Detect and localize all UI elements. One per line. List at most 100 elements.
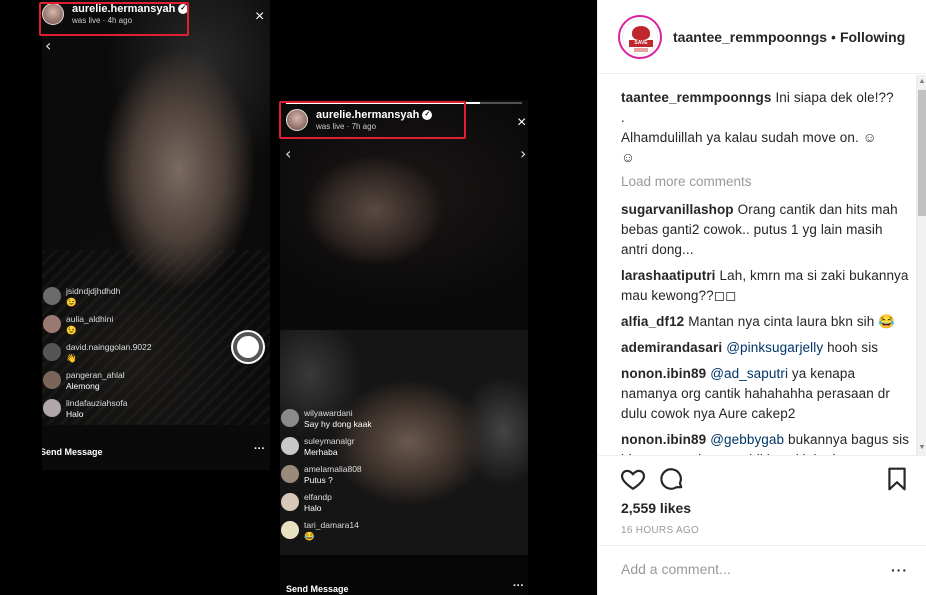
add-comment-bar: ···: [598, 545, 926, 595]
caption-text-line: .: [621, 110, 625, 125]
highlight-box: [39, 2, 189, 36]
comment: larashaatiputri Lah, kmrn ma si zaki buka…: [621, 266, 913, 306]
post-timestamp: 16 HOURS AGO: [621, 525, 700, 536]
comment-user: elfandp: [304, 492, 332, 502]
comment-icon[interactable]: [659, 466, 685, 492]
live-comment-list: jsidndjdjhdhdh 😉 aulia_aldhini 😉 david.nai…: [42, 286, 152, 426]
comment-text: 😂: [304, 531, 315, 541]
live-screenshot-2: aurelie.hermansyah ✓ was live · 7h ago × …: [280, 100, 528, 595]
comment-user: jsidndjdjhdhdh: [66, 286, 121, 296]
comment-username[interactable]: nonon.ibin89: [621, 432, 706, 447]
following-button[interactable]: Following: [840, 29, 905, 45]
logo-icon: SAVE: [622, 18, 658, 55]
list-item: aulia_aldhini 😉: [42, 314, 152, 342]
comment-user: suleymanalgr: [304, 436, 355, 446]
comment: nonon.ibin89 @gebbygab bukannya bagus sis…: [621, 430, 913, 455]
load-more-comments-link[interactable]: Load more comments: [621, 172, 913, 192]
comment-text: 😉: [66, 297, 77, 307]
list-item: suleymanalgr Merhaba: [280, 436, 372, 464]
comment-username[interactable]: ademirandasari: [621, 340, 722, 355]
account-username[interactable]: taantee_remmpoonngs: [673, 29, 827, 45]
comment-user: aulia_aldhini: [66, 314, 114, 324]
avatar: [281, 521, 299, 539]
more-options-icon[interactable]: ···: [513, 580, 524, 592]
comment-text: Say hy dong kaak: [304, 419, 372, 429]
comment-scroll-area[interactable]: taantee_remmpoonngs Ini siapa dek ole!?? …: [598, 75, 926, 455]
comment-text: Mantan nya cinta laura bkn sih 😂: [688, 314, 896, 329]
post-sidebar: SAVE taantee_remmpoonngs • Following taa…: [597, 0, 926, 595]
avatar: [43, 371, 61, 389]
like-count[interactable]: 2,559 likes: [621, 500, 691, 516]
post-media[interactable]: aurelie.hermansyah ✓ was live · 4h ago × …: [0, 0, 597, 595]
scrollbar-thumb[interactable]: [918, 90, 926, 216]
comment-username[interactable]: larashaatiputri: [621, 268, 716, 283]
comment: nonon.ibin89 @ad_saputri ya kenapa namany…: [621, 364, 913, 424]
account-avatar[interactable]: SAVE: [618, 14, 662, 59]
caption: taantee_remmpoonngs Ini siapa dek ole!?? …: [621, 88, 913, 168]
separator-dot: •: [831, 28, 836, 45]
chevron-left-icon[interactable]: ‹: [45, 38, 51, 54]
list-item: elfandp Halo: [280, 492, 372, 520]
list-item: jsidndjdjhdhdh 😉: [42, 286, 152, 314]
comment-user: pangeran_ahlal: [66, 370, 125, 380]
comment-text: hooh sis: [827, 340, 879, 355]
comment-user: wilyawardani: [304, 408, 353, 418]
avatar: [43, 399, 61, 417]
comment-mention[interactable]: @pinksugarjelly: [726, 340, 823, 355]
list-item: wilyawardani Say hy dong kaak: [280, 408, 372, 436]
send-message-button[interactable]: Send Message: [42, 447, 103, 457]
live-screenshot-1: aurelie.hermansyah ✓ was live · 4h ago × …: [42, 0, 270, 470]
close-icon[interactable]: ×: [517, 115, 526, 131]
comment-user: tari_damara14: [304, 520, 359, 530]
avatar: [43, 287, 61, 305]
add-comment-input[interactable]: [621, 561, 871, 577]
scroll-down-icon[interactable]: ▼: [917, 441, 926, 455]
chevron-right-icon[interactable]: ›: [520, 146, 526, 162]
comment-text: Putus ?: [304, 475, 333, 485]
list-item: lindafauziahsofa Halo: [42, 398, 152, 426]
bookmark-icon[interactable]: [884, 466, 910, 492]
caption-text-line: Ini siapa dek ole!??: [775, 90, 894, 105]
list-item: david.nainggolan.9022 👋: [42, 342, 152, 370]
caption-text-line: Alhamdulillah ya kalau sudah move on. ☺: [621, 130, 877, 145]
scrollbar[interactable]: ▲ ▼: [916, 75, 926, 455]
avatar: [281, 465, 299, 483]
more-options-icon[interactable]: ···: [254, 443, 265, 455]
send-message-button[interactable]: Send Message: [286, 584, 349, 594]
comment-username[interactable]: alfia_df12: [621, 314, 684, 329]
avatar: [43, 343, 61, 361]
avatar: [281, 409, 299, 427]
record-button[interactable]: [233, 332, 263, 362]
chevron-left-icon[interactable]: ‹: [285, 146, 291, 162]
close-icon[interactable]: ×: [255, 9, 264, 25]
avatar: [281, 437, 299, 455]
comment-text: Alemong: [66, 381, 100, 391]
comment-text: Merhaba: [304, 447, 338, 457]
live-comment-list: wilyawardani Say hy dong kaak suleymanalg…: [280, 408, 372, 548]
caption-text-line: ☺: [621, 150, 635, 165]
comment-username[interactable]: sugarvanillashop: [621, 202, 734, 217]
comment-user: lindafauziahsofa: [66, 398, 128, 408]
list-item: tari_damara14 😂: [280, 520, 372, 548]
comment-text: Halo: [66, 409, 84, 419]
comment-user: amelamalia808: [304, 464, 362, 474]
caption-username[interactable]: taantee_remmpoonngs: [621, 90, 771, 105]
highlight-box: [279, 101, 466, 139]
comment-text: 👋: [66, 353, 77, 363]
comment-text: Halo: [304, 503, 322, 513]
post-actions: 2,559 likes 16 HOURS AGO: [598, 455, 926, 545]
comment-mention[interactable]: @ad_saputri: [710, 366, 788, 381]
comment-mention[interactable]: @gebbygab: [710, 432, 784, 447]
heart-icon[interactable]: [620, 466, 646, 492]
comment-username[interactable]: nonon.ibin89: [621, 366, 706, 381]
list-item: amelamalia808 Putus ?: [280, 464, 372, 492]
comment: alfia_df12 Mantan nya cinta laura bkn sih…: [621, 312, 913, 332]
scroll-up-icon[interactable]: ▲: [917, 75, 926, 89]
comment: ademirandasari @pinksugarjelly hooh sis: [621, 338, 913, 358]
list-item: pangeran_ahlal Alemong: [42, 370, 152, 398]
comment-user: david.nainggolan.9022: [66, 342, 152, 352]
avatar: [43, 315, 61, 333]
more-options-icon[interactable]: ···: [891, 562, 908, 578]
avatar: [281, 493, 299, 511]
logo-label: SAVE: [629, 39, 653, 47]
